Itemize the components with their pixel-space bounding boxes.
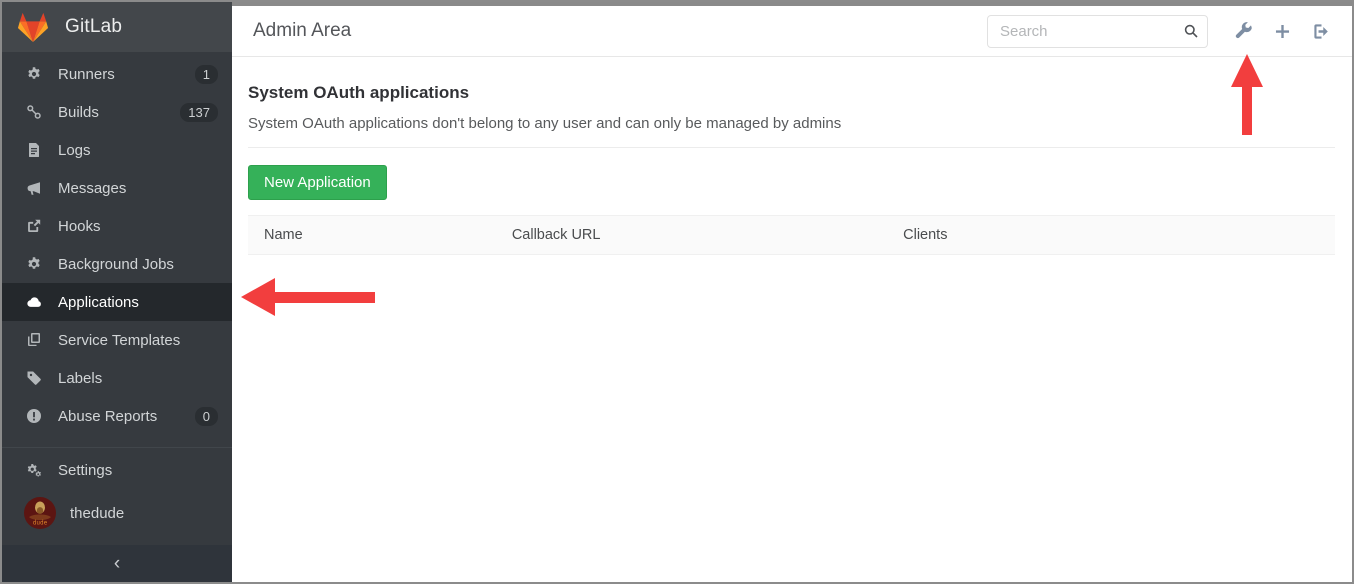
file-text-icon <box>26 142 42 158</box>
sidebar-item-label: Hooks <box>58 218 101 235</box>
table-header-row: Name Callback URL Clients <box>248 216 1335 255</box>
page-header: Admin Area <box>232 6 1352 57</box>
sidebar-item-label: Service Templates <box>58 332 180 349</box>
header-actions <box>987 15 1331 48</box>
sidebar-item-service-templates[interactable]: Service Templates <box>2 321 232 359</box>
sidebar-item-label: Messages <box>58 180 126 197</box>
user-avatar: dude <box>24 497 56 529</box>
sidebar-item-background-jobs[interactable]: Background Jobs <box>2 245 232 283</box>
main-area: Admin Area System OAuth applications Sys… <box>232 2 1352 582</box>
sidebar-item-messages[interactable]: Messages <box>2 169 232 207</box>
tag-icon <box>26 370 42 386</box>
column-header-name: Name <box>248 216 496 255</box>
sidebar-item-label: Background Jobs <box>58 256 174 273</box>
count-badge: 137 <box>180 103 218 122</box>
sign-out-icon[interactable] <box>1312 22 1331 41</box>
section-description: System OAuth applications don't belong t… <box>248 115 1335 132</box>
admin-nav: Runners 1 Builds 137 Logs Messages Hooks <box>2 52 232 485</box>
search-input[interactable] <box>987 15 1208 48</box>
gitlab-tanuki-logo-icon <box>16 11 50 43</box>
sidebar-item-label: Abuse Reports <box>58 408 157 425</box>
chevron-left-icon: ‹ <box>114 553 120 575</box>
gitlab-brand-link[interactable]: GitLab <box>2 2 232 52</box>
sidebar-item-label: Runners <box>58 66 115 83</box>
sidebar-collapse-toggle[interactable]: ‹ <box>2 545 232 582</box>
gears-icon <box>26 463 42 479</box>
copy-icon <box>26 332 42 348</box>
chain-link-icon <box>26 104 42 120</box>
sidebar-item-runners[interactable]: Runners 1 <box>2 55 232 93</box>
new-project-plus-icon[interactable] <box>1273 22 1292 41</box>
username-label: thedude <box>70 505 124 522</box>
page-title: Admin Area <box>253 20 351 42</box>
svg-text:dude: dude <box>33 520 48 527</box>
oauth-applications-section: System OAuth applications System OAuth a… <box>232 57 1352 255</box>
applications-table: Name Callback URL Clients <box>248 215 1335 255</box>
count-badge: 0 <box>195 407 218 426</box>
admin-wrench-icon[interactable] <box>1234 22 1253 41</box>
column-header-callback-url: Callback URL <box>496 216 887 255</box>
sidebar-item-label: Builds <box>58 104 99 121</box>
sidebar-item-label: Applications <box>58 294 139 311</box>
search-icon[interactable] <box>1183 23 1199 39</box>
new-application-button[interactable]: New Application <box>248 165 387 200</box>
sidebar-item-logs[interactable]: Logs <box>2 131 232 169</box>
sidebar-item-hooks[interactable]: Hooks <box>2 207 232 245</box>
sidebar-item-label: Labels <box>58 370 102 387</box>
sidebar-item-applications[interactable]: Applications <box>2 283 232 321</box>
sidebar-user-profile[interactable]: dude thedude <box>2 485 232 541</box>
sidebar-item-builds[interactable]: Builds 137 <box>2 93 232 131</box>
count-badge: 1 <box>195 65 218 84</box>
sidebar-item-abuse-reports[interactable]: Abuse Reports 0 <box>2 397 232 435</box>
sidebar-item-labels[interactable]: Labels <box>2 359 232 397</box>
sidebar: GitLab Runners 1 Builds 137 Logs Message… <box>2 2 232 582</box>
brand-label: GitLab <box>65 16 122 38</box>
external-link-icon <box>26 218 42 234</box>
gitlab-admin-window: GitLab Runners 1 Builds 137 Logs Message… <box>0 0 1354 584</box>
cloud-icon <box>26 294 42 310</box>
sidebar-item-label: Logs <box>58 142 91 159</box>
column-header-clients: Clients <box>887 216 1335 255</box>
bullhorn-icon <box>26 180 42 196</box>
section-heading: System OAuth applications <box>248 83 1335 103</box>
section-divider <box>248 147 1335 148</box>
search-box <box>987 15 1208 48</box>
gear-icon <box>26 256 42 272</box>
sidebar-item-settings[interactable]: Settings <box>2 447 232 485</box>
gear-icon <box>26 66 42 82</box>
exclamation-circle-icon <box>26 408 42 424</box>
sidebar-item-label: Settings <box>58 462 112 479</box>
